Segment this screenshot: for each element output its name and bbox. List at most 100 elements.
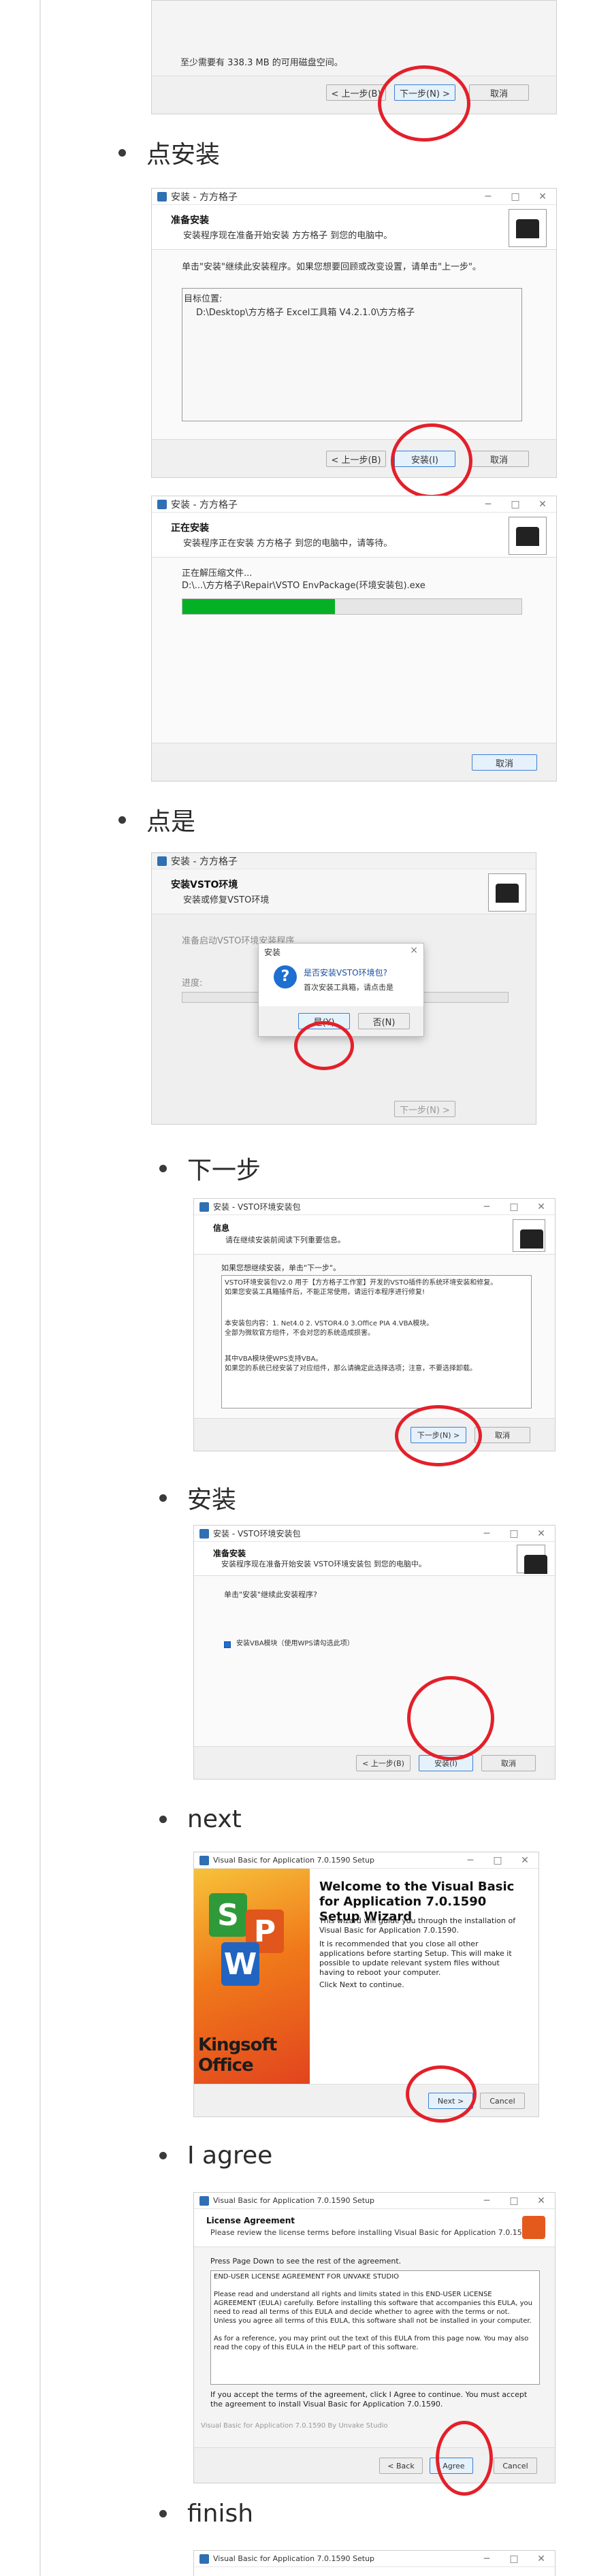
- maximize-icon[interactable]: □: [500, 1528, 528, 1539]
- minimize-icon[interactable]: ─: [457, 1855, 484, 1866]
- kingsoft-logo-icon: [522, 2216, 545, 2239]
- window-title: Visual Basic for Application 7.0.1590 Se…: [213, 2196, 375, 2205]
- maximize-icon[interactable]: □: [500, 2554, 528, 2564]
- window-title: Visual Basic for Application 7.0.1590 Se…: [213, 2554, 375, 2563]
- info-para-2: 本安装包内容：1. Net4.0 2. VSTOR4.0 3.Office PI…: [225, 1320, 434, 1337]
- list-item-next-cn: 下一步: [159, 1150, 261, 1186]
- window-controls: ─ □ ✕: [475, 191, 556, 202]
- window-titlebar: 安装 - VSTO环境安装包 ─ □ ✕: [194, 1526, 555, 1542]
- next-button[interactable]: 下一步(N) >: [394, 1101, 455, 1117]
- cancel-button[interactable]: 取消: [469, 451, 529, 467]
- window-title: 安装 - VSTO环境安装包: [213, 1202, 301, 1212]
- screenshot-installing: 安装 - 方方格子 ─ □ ✕ 正在安装 安装程序正在安装 方方格子 到您的电脑中，请…: [151, 496, 557, 782]
- wizard-header: 信息 请在继续安装前阅读下列重要信息。: [194, 1215, 555, 1255]
- close-icon[interactable]: ✕: [529, 191, 556, 202]
- minimize-icon[interactable]: ─: [473, 1528, 500, 1539]
- list-item-label: 点安装: [146, 141, 221, 169]
- dialog-footer: Next > Cancel: [194, 2084, 538, 2116]
- screenshot-disk-space: 至少需要有 338.3 MB 的可用磁盘空间。 < 上一步(B) 下一步(N) …: [151, 0, 557, 114]
- maximize-icon[interactable]: □: [502, 499, 529, 510]
- close-icon[interactable]: ✕: [528, 1528, 555, 1539]
- accept-text: If you accept the terms of the agreement…: [210, 2390, 528, 2409]
- page-down-hint: Press Page Down to see the rest of the a…: [210, 2257, 402, 2266]
- minimize-icon[interactable]: ─: [475, 191, 502, 202]
- welcome-para-3: Click Next to continue.: [319, 1980, 404, 1989]
- maximize-icon[interactable]: □: [484, 1855, 511, 1866]
- cancel-button[interactable]: 取消: [472, 754, 537, 771]
- back-button[interactable]: < 上一步(B): [356, 1755, 411, 1771]
- wizard-header: 准备安装 安装程序现在准备开始安装 VSTO环境安装包 到您的电脑中。: [194, 1542, 555, 1576]
- header-title: 正在安装: [171, 523, 209, 534]
- info-textbox: VSTO环境安装包V2.0 用于【方方格子工作室】开发的VSTO插件的系统环境安…: [221, 1275, 532, 1408]
- eula-textbox[interactable]: END-USER LICENSE AGREEMENT FOR UNVAKE ST…: [210, 2270, 540, 2385]
- minimize-icon[interactable]: ─: [473, 1202, 500, 1212]
- highlight-circle: [407, 1676, 494, 1760]
- minimize-icon[interactable]: ─: [475, 499, 502, 510]
- info-intro: 如果您想继续安装，单击"下一步"。: [221, 1263, 341, 1272]
- dialog-footer: < 上一步(B) 下一步(N) > 取消: [152, 76, 556, 114]
- cancel-button[interactable]: Cancel: [494, 2458, 537, 2474]
- close-icon[interactable]: ✕: [529, 499, 556, 510]
- vba-checkbox[interactable]: [224, 1641, 231, 1648]
- vba-checkbox-label: 安装VBA模块（使用WPS请勾选此项）: [236, 1640, 354, 1647]
- cancel-button[interactable]: 取消: [481, 1755, 536, 1771]
- cancel-button[interactable]: 取消: [475, 1427, 530, 1443]
- highlight-circle: [294, 1021, 354, 1070]
- info-para-1: VSTO环境安装包V2.0 用于【方方格子工作室】开发的VSTO插件的系统环境安…: [225, 1279, 498, 1296]
- status-file: D:\...\方方格子\Repair\VSTO EnvPackage(环境安装包…: [182, 581, 425, 591]
- header-title: 安装VSTO环境: [171, 880, 238, 890]
- dialog-footer: 下一步(N) > 取消: [194, 1418, 555, 1451]
- maximize-icon[interactable]: □: [500, 1202, 528, 1212]
- close-icon[interactable]: ✕: [528, 2554, 555, 2564]
- instruction-text: 单击"安装"继续此安装程序。如果您想要回顾或改变设置，请单击"上一步"。: [182, 262, 481, 272]
- window-title: 安装 - 方方格子: [171, 856, 238, 867]
- disk-space-text: 至少需要有 338.3 MB 的可用磁盘空间。: [180, 58, 343, 68]
- header-title: 准备安装: [171, 215, 209, 226]
- target-path: D:\Desktop\方方格子 Excel工具箱 V4.2.1.0\方方格子: [196, 308, 415, 318]
- dialog-close-icon[interactable]: ×: [410, 945, 418, 956]
- screenshot-vba-welcome: Visual Basic for Application 7.0.1590 Se…: [193, 1852, 539, 2117]
- minimize-icon[interactable]: ─: [473, 2554, 500, 2564]
- wizard-header: 正在安装 安装程序正在安装 方方格子 到您的电脑中，请等待。: [152, 513, 556, 558]
- back-button[interactable]: < 上一步(B): [326, 84, 386, 101]
- bullet-dot: [159, 1494, 167, 1502]
- back-button[interactable]: < Back: [379, 2458, 423, 2474]
- window-title: Visual Basic for Application 7.0.1590 Se…: [213, 1856, 375, 1865]
- cancel-button[interactable]: Cancel: [480, 2093, 525, 2109]
- dialog-info: 首次安装工具箱，请点击是: [304, 983, 393, 992]
- writer-tile-icon: W: [221, 1942, 259, 1986]
- bullet-dot: [159, 1164, 167, 1172]
- app-icon: [199, 1528, 209, 1539]
- window-titlebar: Visual Basic for Application 7.0.1590 Se…: [194, 1852, 538, 1869]
- cancel-button[interactable]: 取消: [469, 84, 529, 101]
- list-item-yes: 点是: [118, 802, 195, 837]
- maximize-icon[interactable]: □: [502, 191, 529, 202]
- back-button[interactable]: < 上一步(B): [326, 451, 386, 467]
- minimize-icon[interactable]: ─: [473, 2195, 500, 2206]
- list-item-label: 点是: [146, 808, 196, 836]
- window-titlebar: 安装 - 方方格子 ─ □ ✕: [152, 189, 556, 205]
- app-icon: [199, 1855, 209, 1865]
- close-icon[interactable]: ✕: [528, 2195, 555, 2206]
- wizard-header: License Agreement Please review the lice…: [194, 2209, 555, 2247]
- close-icon[interactable]: ✕: [511, 1855, 538, 1866]
- window-controls: ─ □ ✕: [457, 1855, 538, 1866]
- no-button[interactable]: 否(N): [358, 1013, 410, 1029]
- header-subtitle: Please review the license terms before i…: [210, 2228, 534, 2237]
- highlight-circle: [391, 423, 472, 498]
- list-item-install2: 安装: [159, 1480, 236, 1515]
- installer-brand-footer: Visual Basic for Application 7.0.1590 By…: [201, 2422, 388, 2430]
- window-title: 安装 - VSTO环境安装包: [213, 1529, 301, 1539]
- app-icon: [157, 191, 167, 202]
- window-controls: ─ □ ✕: [473, 1528, 555, 1539]
- install-progress-bar: [182, 598, 522, 615]
- spreadsheet-tile-icon: S: [209, 1893, 247, 1937]
- list-item-agree: I agree: [159, 2142, 272, 2170]
- progress-fill: [182, 599, 336, 614]
- list-item-label: I agree: [187, 2142, 273, 2170]
- highlight-circle: [395, 1405, 482, 1466]
- maximize-icon[interactable]: □: [500, 2195, 528, 2206]
- close-icon[interactable]: ✕: [528, 1202, 555, 1212]
- header-title: 准备安装: [213, 1549, 246, 1558]
- list-item-label: 下一步: [187, 1157, 261, 1185]
